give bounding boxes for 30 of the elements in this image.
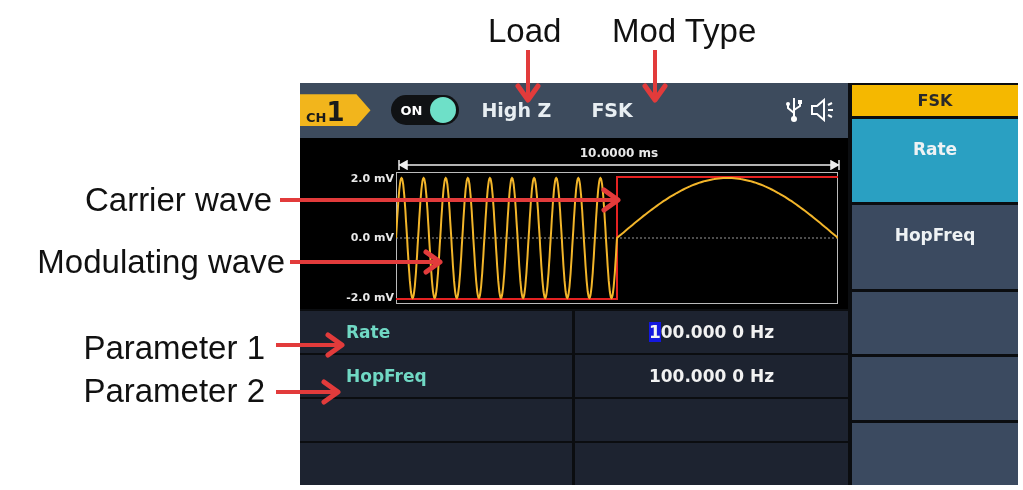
edit-cursor: 1 <box>648 322 661 342</box>
callout-arrow <box>276 332 345 358</box>
axis-label: 2.0 mV <box>350 171 394 185</box>
callout-label: Parameter 1 <box>83 329 265 367</box>
load-label: High Z <box>481 99 552 122</box>
empty-menu-button[interactable] <box>852 422 1018 486</box>
menu-title: FSK <box>852 85 1018 116</box>
menu-button[interactable]: HopFreq <box>852 205 1018 289</box>
callout-label: Mod Type <box>612 12 757 50</box>
mod-type-label: FSK <box>591 99 633 122</box>
callout-label: Load <box>488 12 562 50</box>
callout-label: Parameter 2 <box>83 372 265 410</box>
param-name[interactable]: HopFreq <box>300 355 572 397</box>
callout-arrow <box>515 50 541 103</box>
param-value[interactable]: 100.000 0 Hz <box>575 355 848 397</box>
usb-icon <box>786 97 802 124</box>
param-name[interactable]: Rate <box>300 311 572 353</box>
callout-arrow <box>276 379 341 405</box>
axis-label: -2.0 mV <box>346 290 394 304</box>
param-value[interactable]: 100.000 0 Hz <box>575 311 848 353</box>
channel-badge: CH1 <box>300 94 371 127</box>
axis-label: 0.0 mV <box>350 231 394 245</box>
empty-menu-button[interactable] <box>852 291 1018 355</box>
speaker-icon <box>810 98 836 123</box>
callout-label: Carrier wave <box>84 181 272 219</box>
empty-menu-button[interactable] <box>852 357 1018 420</box>
time-span-label: 10.0000 ms <box>578 145 660 160</box>
callout-arrow <box>642 50 668 103</box>
callout-label: Modulating wave <box>37 243 285 281</box>
output-toggle[interactable]: ON <box>390 95 460 126</box>
